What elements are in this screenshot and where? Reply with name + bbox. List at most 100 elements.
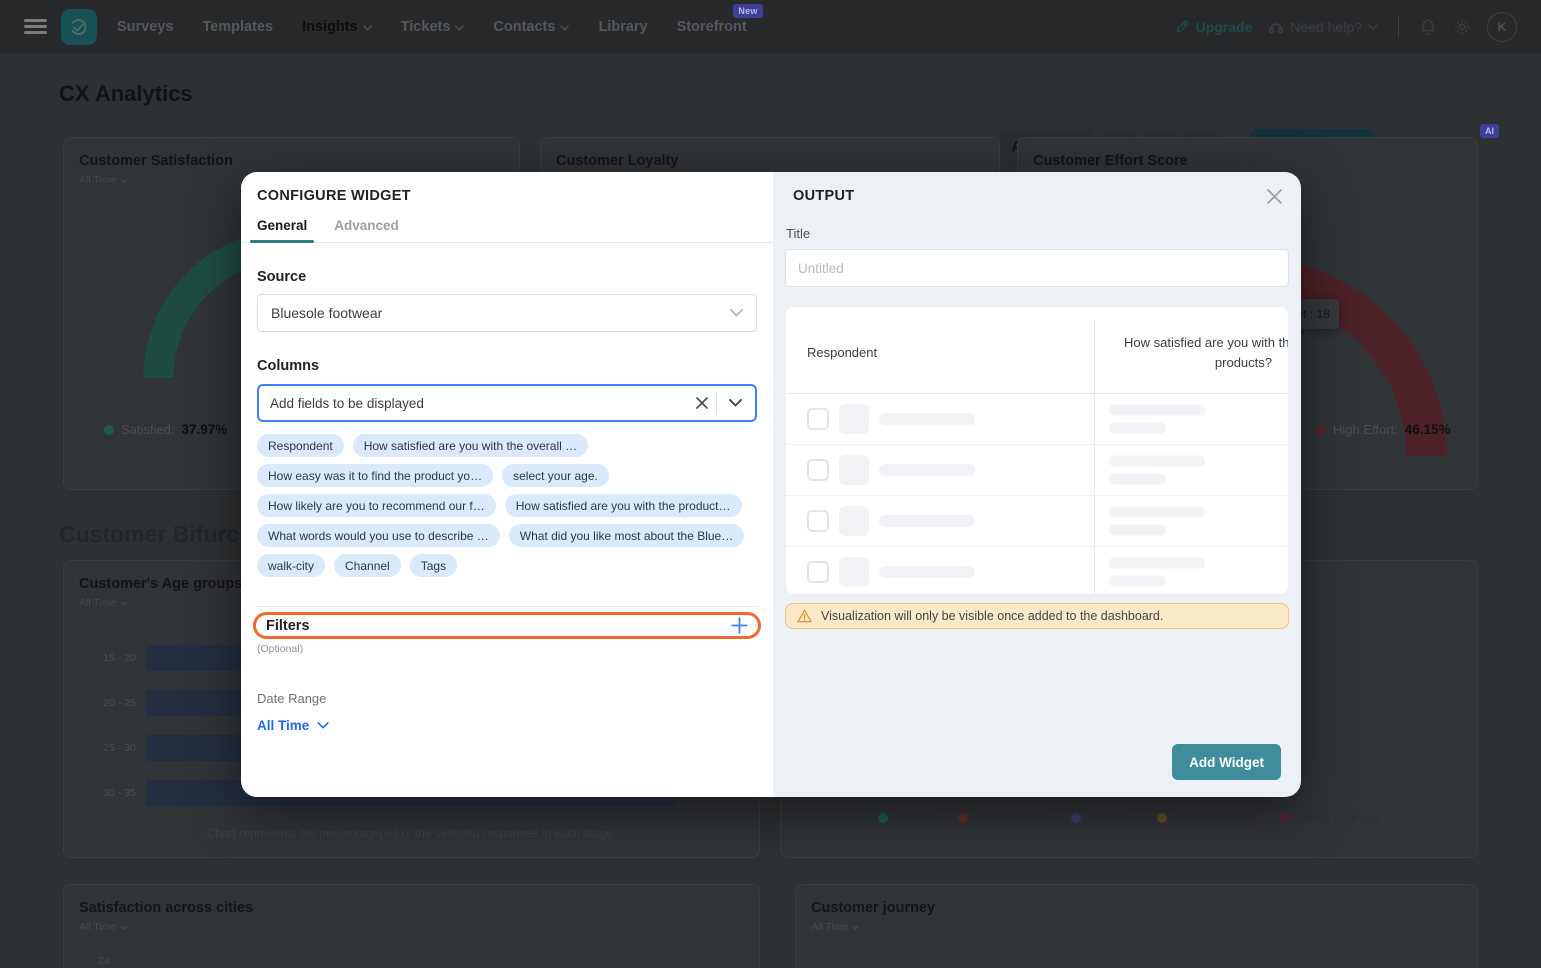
need-help-button[interactable]: Need help? — [1268, 19, 1378, 35]
column-chip[interactable]: Respondent — [257, 434, 344, 457]
nav-item-label: Tickets — [401, 19, 451, 35]
columns-dropdown-chevron-icon[interactable] — [723, 391, 747, 415]
widget-time-filter[interactable]: All Time — [811, 921, 859, 933]
hamburger-menu-icon[interactable] — [24, 19, 47, 34]
need-help-label: Need help? — [1290, 19, 1362, 35]
column-chip[interactable]: Channel — [334, 554, 401, 577]
upgrade-button[interactable]: Upgrade — [1175, 19, 1253, 35]
row-checkbox[interactable] — [807, 408, 829, 430]
divider — [716, 393, 717, 413]
column-chip[interactable]: What words would you use to describe … — [257, 524, 500, 547]
legend-item: Friend — [878, 811, 931, 825]
notifications-bell-icon[interactable] — [1419, 18, 1437, 36]
warning-icon — [797, 609, 812, 623]
column-chip[interactable]: select your age. — [502, 464, 609, 487]
column-chip[interactable]: Tags — [410, 554, 457, 577]
widget-title: Customer Loyalty — [556, 153, 999, 169]
configure-widget-modal: CONFIGURE WIDGET General Advanced Source… — [241, 172, 1301, 797]
skeleton-bar — [879, 464, 975, 476]
age-tick-label: 15 - 20 — [64, 652, 136, 664]
selected-columns-chips: Respondent How satisfied are you with the… — [257, 434, 757, 577]
chart-caption: Chart represents the percentage(%) of th… — [64, 826, 759, 840]
widget-title-input[interactable] — [785, 249, 1289, 287]
columns-input[interactable]: Add fields to be displayed — [257, 384, 757, 422]
table-row — [786, 547, 1288, 595]
chevron-down-icon — [120, 178, 127, 183]
settings-gear-icon[interactable] — [1453, 18, 1471, 36]
widget-time-filter[interactable]: All Time — [79, 174, 127, 186]
legend-item: social media — [958, 811, 1045, 825]
tab-general[interactable]: General — [257, 218, 307, 242]
skeleton-bar — [879, 413, 975, 425]
clear-icon[interactable] — [690, 391, 714, 415]
source-value: Bluesole footwear — [271, 305, 382, 321]
title-field-label: Title — [786, 226, 1301, 241]
axis-tick: 24 — [98, 955, 110, 967]
effort-legend: High Effort: 46.15% — [1316, 422, 1451, 437]
widget-time-filter[interactable]: All Time — [79, 921, 127, 933]
modal-tabs: General Advanced — [241, 218, 773, 243]
date-range-label: Date Range — [257, 691, 757, 706]
skeleton-bar — [1109, 507, 1205, 518]
legend-item: family member — [1280, 811, 1380, 825]
chevron-down-icon — [730, 309, 743, 317]
avatar-skeleton — [839, 455, 869, 485]
nav-item-label: Templates — [202, 19, 273, 35]
widget-title: Customer Satisfaction — [79, 153, 519, 169]
row-checkbox[interactable] — [807, 459, 829, 481]
column-chip[interactable]: How satisfied are you with the overall … — [353, 434, 588, 457]
avatar-skeleton — [839, 557, 869, 587]
nav-item-tickets[interactable]: Tickets — [401, 19, 465, 35]
row-checkbox[interactable] — [807, 510, 829, 532]
column-chip[interactable]: How likely are you to recommend our f… — [257, 494, 496, 517]
widget-title: Customer Effort Score — [1033, 153, 1477, 169]
tab-advanced[interactable]: Advanced — [334, 218, 399, 242]
widget-time-filter[interactable]: All Time — [79, 597, 127, 609]
nav-item-library[interactable]: Library — [598, 19, 647, 35]
table-row — [786, 394, 1288, 445]
chevron-down-icon — [120, 925, 127, 930]
skeleton-bar — [1109, 423, 1166, 434]
app-logo[interactable] — [61, 9, 97, 45]
dashboard-switch-chevron-icon[interactable] — [209, 90, 223, 98]
column-chip[interactable]: walk-city — [257, 554, 325, 577]
add-widget-button[interactable]: Add Widget — [1172, 744, 1281, 780]
answer-skeleton — [1109, 558, 1205, 587]
date-range-value: All Time — [257, 718, 309, 733]
user-avatar[interactable]: K — [1487, 12, 1517, 42]
column-chip[interactable]: How satisfied are you with the product… — [505, 494, 742, 517]
close-icon[interactable] — [1264, 186, 1285, 207]
widget-title: Customer journey — [811, 900, 1477, 916]
column-chip[interactable]: How easy was it to find the product yo… — [257, 464, 493, 487]
answer-skeleton — [1109, 456, 1205, 485]
nav-item-templates[interactable]: Templates — [202, 19, 273, 35]
column-chip[interactable]: What did you like most about the Blue… — [509, 524, 744, 547]
page-header: CX Analytics All Time New Widget — [0, 53, 1541, 138]
add-filter-plus-icon[interactable] — [731, 617, 748, 634]
nav-item-storefront[interactable]: StorefrontNew — [677, 19, 747, 35]
nav-right: Upgrade Need help? K — [1175, 12, 1517, 42]
source-select[interactable]: Bluesole footwear — [257, 294, 757, 332]
headset-icon — [1268, 19, 1284, 35]
legend-value: 46.15% — [1405, 422, 1451, 437]
column-header-respondent: Respondent — [807, 345, 877, 360]
ai-badge: AI — [1480, 124, 1499, 138]
legend-label: advertisement — [1175, 811, 1254, 825]
legend-dot — [958, 813, 968, 823]
avatar-skeleton — [839, 506, 869, 536]
chevron-down-icon — [317, 722, 329, 729]
skeleton-bar — [1109, 405, 1205, 416]
legend-item: website — [1071, 811, 1131, 825]
nav-item-insights[interactable]: Insights — [302, 19, 372, 35]
nav-item-surveys[interactable]: Surveys — [117, 19, 173, 35]
satisfaction-legend: Satisfied: 37.97% — [104, 422, 258, 437]
row-checkbox[interactable] — [807, 561, 829, 583]
nav-item-label: Insights — [302, 19, 358, 35]
legend-dot — [1157, 813, 1167, 823]
column-header-question: How satisfied are you with the o — [1124, 335, 1289, 350]
column-divider — [1094, 320, 1095, 594]
nav-item-contacts[interactable]: Contacts — [493, 19, 569, 35]
date-range-select[interactable]: All Time — [257, 718, 329, 733]
column-header-question-line2: products? — [1215, 355, 1272, 370]
skeleton-bar — [879, 515, 975, 527]
